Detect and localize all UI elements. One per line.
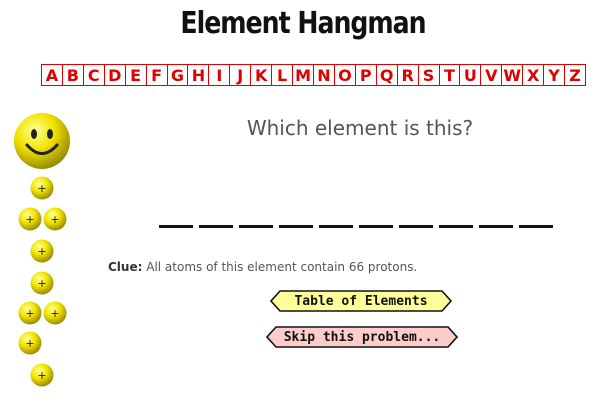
letter-picker: ABCDEFGHIJKLMNOPQRSTUVWXYZ	[41, 64, 586, 86]
answer-blank	[479, 225, 513, 228]
page-title: Element Hangman	[180, 6, 426, 41]
answer-blank	[159, 225, 193, 228]
letter-button-n[interactable]: N	[314, 65, 335, 85]
letter-button-k[interactable]: K	[251, 65, 273, 85]
svg-text:+: +	[25, 337, 34, 350]
proton-ball-icon: +	[30, 176, 54, 200]
proton-ball-icon: +	[18, 207, 42, 231]
proton-ball-icon: +	[30, 363, 54, 387]
clue-label: Clue:	[108, 260, 143, 274]
skip-problem-label: Skip this problem...	[283, 329, 441, 345]
proton-ball-icon: +	[30, 271, 54, 295]
svg-text:+: +	[50, 307, 59, 320]
answer-blank	[399, 225, 433, 228]
table-of-elements-button[interactable]: Table of Elements	[270, 290, 452, 312]
svg-text:+: +	[50, 213, 59, 226]
answer-blanks	[159, 225, 559, 229]
letter-button-r[interactable]: R	[398, 65, 419, 85]
table-of-elements-label: Table of Elements	[294, 293, 428, 309]
clue: Clue: All atoms of this element contain …	[108, 260, 417, 274]
svg-text:+: +	[37, 182, 46, 195]
letter-button-b[interactable]: B	[63, 65, 84, 85]
proton-ball-icon: +	[43, 207, 67, 231]
letter-button-x[interactable]: X	[523, 65, 545, 85]
answer-blank	[439, 225, 473, 228]
proton-ball-icon: +	[18, 331, 42, 355]
letter-button-t[interactable]: T	[440, 65, 461, 85]
letter-button-w[interactable]: W	[502, 65, 524, 85]
answer-blank	[239, 225, 273, 228]
svg-text:+: +	[37, 245, 46, 258]
answer-blank	[359, 225, 393, 228]
letter-button-l[interactable]: L	[272, 65, 294, 85]
svg-text:+: +	[25, 213, 34, 226]
letter-button-e[interactable]: E	[126, 65, 147, 85]
proton-ball-icon: +	[30, 239, 54, 263]
letter-button-s[interactable]: S	[419, 65, 440, 85]
clue-text: All atoms of this element contain 66 pro…	[146, 260, 418, 274]
letter-button-u[interactable]: U	[460, 65, 482, 85]
letter-button-v[interactable]: V	[481, 65, 503, 85]
smiley-face-icon	[14, 113, 70, 169]
letter-button-p[interactable]: P	[356, 65, 377, 85]
letter-button-y[interactable]: Y	[544, 65, 566, 85]
letter-button-g[interactable]: G	[168, 65, 189, 85]
letter-button-h[interactable]: H	[188, 65, 210, 85]
answer-blank	[519, 225, 553, 228]
letter-button-q[interactable]: Q	[377, 65, 398, 85]
svg-text:+: +	[37, 369, 46, 382]
letter-button-a[interactable]: A	[42, 65, 63, 85]
answer-blank	[199, 225, 233, 228]
skip-problem-button[interactable]: Skip this problem...	[266, 326, 458, 348]
letter-button-i[interactable]: I	[209, 65, 231, 85]
letter-button-f[interactable]: F	[147, 65, 168, 85]
svg-text:+: +	[25, 307, 34, 320]
question-text: Which element is this?	[246, 116, 474, 140]
letter-button-j[interactable]: J	[230, 65, 252, 85]
letter-button-d[interactable]: D	[105, 65, 126, 85]
proton-ball-icon: +	[43, 301, 67, 325]
proton-ball-icon: +	[18, 301, 42, 325]
letter-button-o[interactable]: O	[335, 65, 356, 85]
answer-blank	[279, 225, 313, 228]
letter-button-m[interactable]: M	[293, 65, 314, 85]
letter-button-c[interactable]: C	[84, 65, 105, 85]
svg-text:+: +	[37, 277, 46, 290]
letter-button-z[interactable]: Z	[565, 65, 585, 85]
answer-blank	[319, 225, 353, 228]
